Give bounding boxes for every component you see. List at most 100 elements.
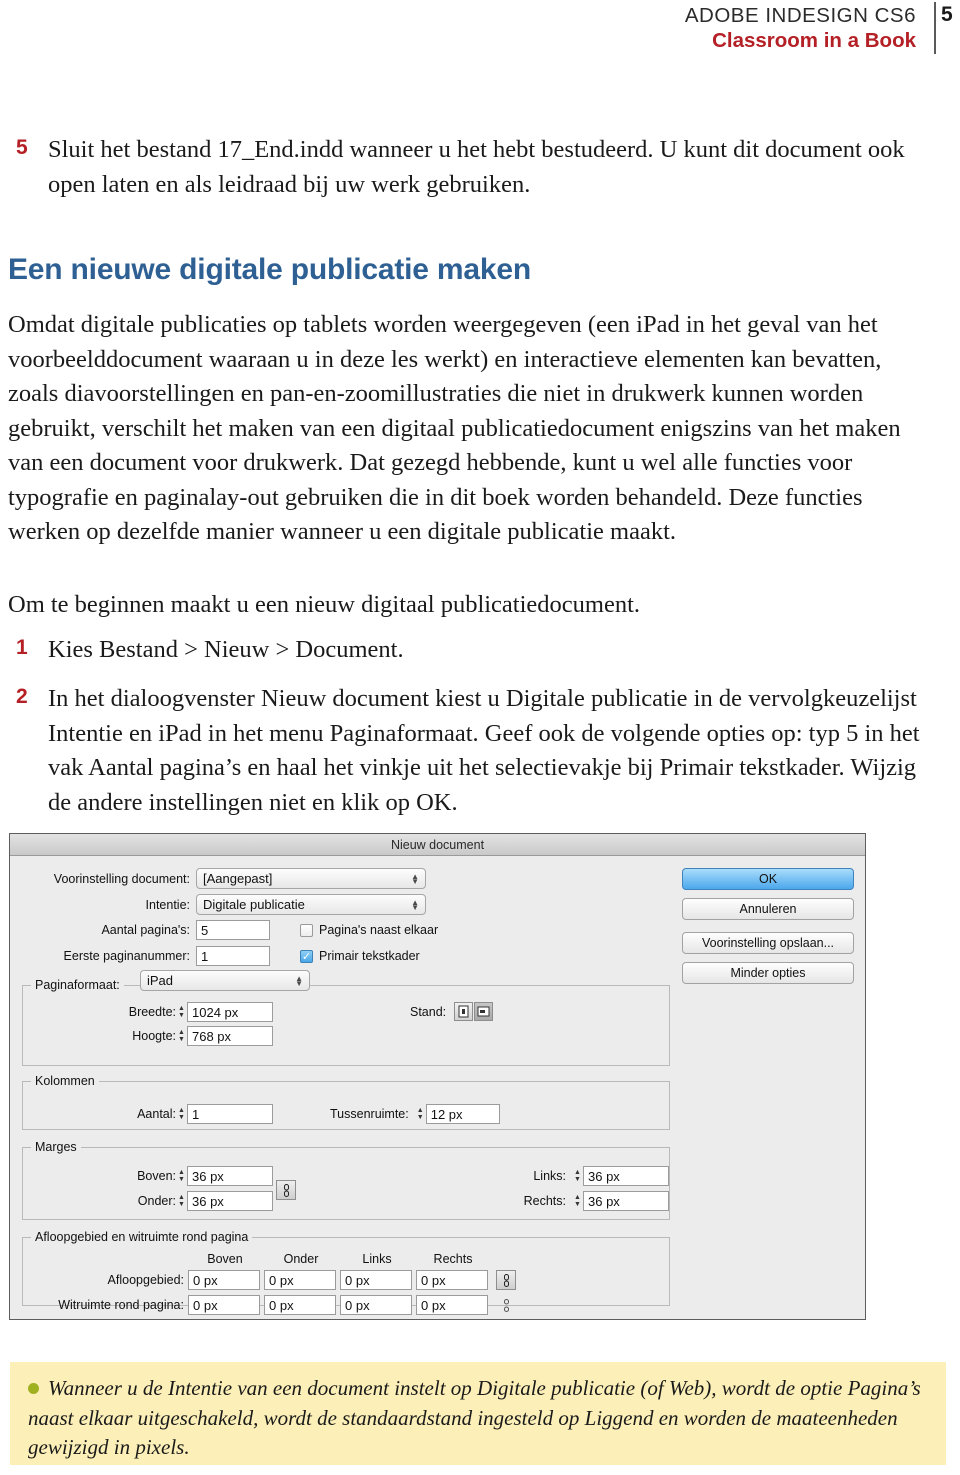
slug-top-input[interactable]: 0 px: [188, 1295, 260, 1315]
bleed-link-icon[interactable]: [496, 1270, 516, 1290]
step-item-2: 2 In het dialoogvenster Nieuw document k…: [8, 682, 928, 820]
width-value: 1024 px: [192, 1004, 239, 1020]
slug-right-value: 0 px: [421, 1297, 446, 1313]
columns-count-input[interactable]: 1: [187, 1104, 273, 1124]
document-preset-label: Voorinstelling document:: [53, 871, 190, 886]
bleed-top-input[interactable]: 0 px: [188, 1270, 260, 1290]
columns-count-label: Aantal:: [137, 1107, 176, 1121]
bleed-label: Afloopgebied:: [107, 1273, 184, 1287]
primary-text-frame-checkbox[interactable]: ✓ Primair tekstkader: [300, 949, 420, 963]
bleed-right-input[interactable]: 0 px: [416, 1270, 488, 1290]
document-preset-select[interactable]: [Aangepast] ▲ ▼: [196, 868, 426, 889]
height-stepper[interactable]: ▲ ▼: [176, 1026, 187, 1046]
header-product-title: ADOBE INDESIGN CS6: [684, 4, 916, 27]
ok-button[interactable]: OK: [682, 868, 854, 890]
page-count-label: Aantal pagina's:: [101, 923, 190, 937]
step-number: 5: [16, 136, 28, 159]
orientation-label: Stand:: [410, 1004, 447, 1019]
height-row: Hoogte: ▲ ▼ 768 px: [50, 1026, 273, 1046]
header-divider-rule: [934, 2, 936, 54]
margin-bottom-label: Onder:: [137, 1194, 176, 1208]
margin-top-stepper[interactable]: ▲ ▼: [176, 1166, 187, 1186]
bleed-col-bottom-header: Onder: [283, 1252, 319, 1266]
height-input[interactable]: 768 px: [187, 1026, 273, 1046]
step-text: Sluit het bestand 17_End.indd wanneer u …: [48, 136, 905, 198]
first-page-number-label: Eerste paginanummer:: [63, 949, 190, 963]
margin-left-label: Links:: [533, 1169, 566, 1183]
cancel-button[interactable]: Annuleren: [682, 898, 854, 920]
margin-left-input[interactable]: 36 px: [583, 1166, 669, 1186]
margin-top-input[interactable]: 36 px: [187, 1166, 273, 1186]
bleed-col-top-header: Boven: [207, 1252, 243, 1266]
intent-row: Intentie: Digitale publicatie ▲ ▼: [22, 894, 426, 915]
gutter-label: Tussenruimte:: [330, 1107, 409, 1121]
columns-count-row: Aantal: ▲ ▼ 1: [50, 1104, 273, 1124]
page-number: 5: [941, 3, 953, 26]
page-count-row: Aantal pagina's: 5 Pagina's naast elkaar: [22, 920, 438, 940]
bleed-col-right-header: Rechts: [433, 1252, 473, 1266]
margin-right-input[interactable]: 36 px: [583, 1191, 669, 1211]
document-preset-value: [Aangepast]: [203, 871, 273, 886]
step-number: 1: [16, 636, 28, 659]
slug-left-input[interactable]: 0 px: [340, 1295, 412, 1315]
height-label: Hoogte:: [132, 1029, 176, 1043]
margins-legend: Marges: [35, 1140, 77, 1154]
margin-top-label: Boven:: [137, 1169, 176, 1183]
document-preset-row: Voorinstelling document: [Aangepast] ▲ ▼: [22, 868, 426, 889]
gutter-stepper[interactable]: ▲ ▼: [414, 1104, 426, 1124]
chain-link-broken-glyph: [503, 1298, 509, 1312]
dialog-titlebar: Nieuw document: [10, 834, 865, 856]
slug-link-icon[interactable]: [496, 1295, 516, 1315]
bullet-icon: [28, 1382, 39, 1394]
margin-right-row: Rechts: ▲ ▼ 36 px: [510, 1191, 669, 1211]
bleed-left-value: 0 px: [345, 1272, 370, 1288]
step-item-1: 1 Kies Bestand > Nieuw > Document.: [8, 633, 928, 668]
width-input[interactable]: 1024 px: [187, 1002, 273, 1022]
slug-top-value: 0 px: [193, 1297, 218, 1313]
height-value: 768 px: [192, 1028, 232, 1044]
margin-bottom-stepper[interactable]: ▲ ▼: [176, 1191, 187, 1211]
bleed-bottom-input[interactable]: 0 px: [264, 1270, 336, 1290]
columns-count-value: 1: [192, 1106, 200, 1122]
page-title: Een nieuwe digitale publicatie maken: [8, 253, 531, 286]
checkbox-checked-icon: ✓: [300, 949, 313, 963]
fewer-options-button[interactable]: Minder opties: [682, 962, 854, 984]
page-count-value: 5: [201, 922, 209, 938]
landscape-icon[interactable]: [474, 1002, 494, 1021]
page-size-select[interactable]: iPad ▲ ▼: [140, 970, 310, 991]
gutter-input[interactable]: 12 px: [425, 1104, 500, 1124]
save-preset-button[interactable]: Voorinstelling opslaan...: [682, 932, 854, 954]
page-count-input[interactable]: 5: [196, 920, 270, 940]
page-size-value: iPad: [147, 973, 174, 988]
margin-bottom-input[interactable]: 36 px: [187, 1191, 273, 1211]
dialog-body: Voorinstelling document: [Aangepast] ▲ ▼ …: [10, 856, 865, 1319]
header-series-title: Classroom in a Book: [712, 29, 916, 52]
chevron-updown-icon: ▲ ▼: [295, 973, 303, 988]
width-stepper[interactable]: ▲ ▼: [176, 1002, 187, 1022]
bleed-row: Afloopgebied: 0 px 0 px 0 px 0 px: [34, 1270, 516, 1290]
step-number: 2: [16, 685, 28, 708]
step-text: In het dialoogvenster Nieuw document kie…: [48, 685, 920, 816]
slug-bottom-input[interactable]: 0 px: [264, 1295, 336, 1315]
dialog-title: Nieuw document: [390, 837, 485, 852]
margin-right-stepper[interactable]: ▲ ▼: [572, 1191, 583, 1211]
first-page-number-input[interactable]: 1: [196, 946, 270, 966]
slug-right-input[interactable]: 0 px: [416, 1295, 488, 1315]
bleed-top-value: 0 px: [193, 1272, 218, 1288]
bleed-slug-legend: Afloopgebied en witruimte rond pagina: [35, 1230, 249, 1244]
landscape-page-glyph: [477, 1006, 490, 1017]
intent-select[interactable]: Digitale publicatie ▲ ▼: [196, 894, 426, 915]
margin-left-stepper[interactable]: ▲ ▼: [572, 1166, 583, 1186]
running-header: ADOBE INDESIGN CS6 Classroom in a Book 5: [0, 0, 960, 62]
page-size-legend: Paginaformaat:: [31, 978, 124, 992]
columns-count-stepper[interactable]: ▲ ▼: [176, 1104, 187, 1124]
margin-top-row: Boven: ▲ ▼ 36 px: [50, 1166, 273, 1186]
chain-link-glyph: [503, 1273, 509, 1287]
margin-right-value: 36 px: [588, 1193, 620, 1209]
portrait-icon[interactable]: [454, 1002, 474, 1021]
margins-link-icon[interactable]: [276, 1180, 296, 1200]
chevron-updown-icon: ▲ ▼: [411, 871, 419, 886]
slug-label: Witruimte rond pagina:: [58, 1298, 184, 1312]
facing-pages-checkbox[interactable]: Pagina's naast elkaar: [300, 923, 438, 937]
bleed-left-input[interactable]: 0 px: [340, 1270, 412, 1290]
